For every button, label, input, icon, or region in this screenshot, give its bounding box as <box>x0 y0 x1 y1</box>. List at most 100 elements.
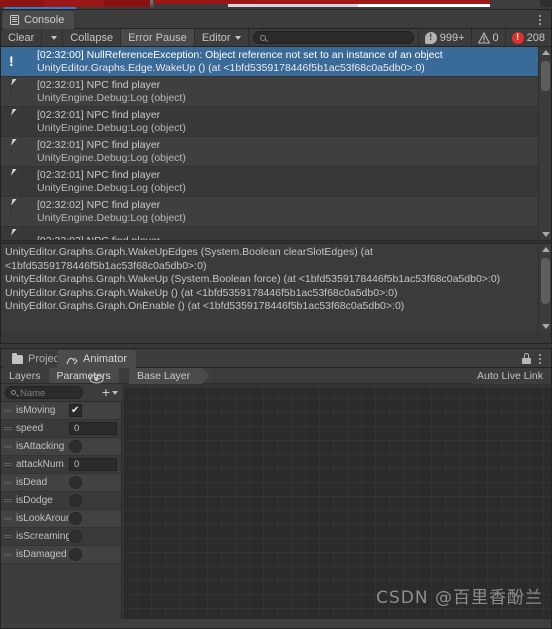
number-field[interactable]: 0 <box>69 422 117 435</box>
stacktrace-scrollbar[interactable] <box>538 244 551 332</box>
log-list-scrollbar[interactable] <box>538 47 551 240</box>
error-pause-button[interactable]: Error Pause <box>121 29 195 46</box>
log-bubble-icon <box>9 82 29 102</box>
tab-animator-label: Animator <box>83 353 128 365</box>
log-entry-text: [02:32:01] NPC find player UnityEngine.D… <box>37 169 186 195</box>
add-parameter-button[interactable]: + <box>102 385 118 399</box>
clear-dropdown-button[interactable] <box>42 29 64 46</box>
collapse-button[interactable]: Collapse <box>63 29 122 46</box>
lock-icon[interactable] <box>522 353 531 364</box>
stacktrace-text: UnityEditor.Graphs.Graph.WakeUpEdges (Sy… <box>5 246 501 312</box>
drag-handle-icon[interactable] <box>4 407 14 414</box>
parameter-value[interactable]: 0 <box>69 422 117 435</box>
search-input[interactable] <box>252 31 414 44</box>
log-bubble-icon <box>9 172 29 192</box>
parameter-value[interactable] <box>69 440 117 453</box>
console-kebab-menu-icon[interactable] <box>534 13 546 26</box>
checkbox-checked-icon[interactable] <box>69 404 82 418</box>
tab-console[interactable]: Console <box>3 11 75 29</box>
table-row[interactable]: [02:32:02] NPC find player UnityEngine.D… <box>1 197 551 227</box>
trigger-radio-icon[interactable] <box>69 548 82 561</box>
trigger-radio-icon[interactable] <box>69 512 82 525</box>
unity-editor-window: Console Clear Collapse Error Pause Edito… <box>0 0 552 629</box>
parameter-value[interactable] <box>69 548 117 561</box>
number-field[interactable]: 0 <box>69 458 117 471</box>
log-entry-line2: UnityEngine.Debug:Log (object) <box>37 121 186 134</box>
list-item[interactable]: attackNum 0 <box>1 456 121 474</box>
tab-animator[interactable]: Animator <box>57 350 137 368</box>
auto-live-link-button[interactable]: Auto Live Link <box>471 368 549 384</box>
console-log-list[interactable]: [02:32:00] NullReferenceException: Objec… <box>1 47 551 240</box>
log-entry-line1: [02:32:02] NPC find player <box>37 198 161 211</box>
parameter-name: isLookAround <box>16 513 69 524</box>
parameter-name: isMoving <box>16 405 56 416</box>
list-item[interactable]: isMoving <box>1 402 121 420</box>
drag-handle-icon[interactable] <box>4 497 14 504</box>
table-row[interactable]: [02:32:01] NPC find player UnityEngine.D… <box>1 137 551 167</box>
trigger-radio-icon[interactable] <box>69 494 82 507</box>
editor-dropdown-button[interactable]: Editor <box>194 29 249 46</box>
trigger-radio-icon[interactable] <box>69 476 82 489</box>
scroll-down-arrow-icon[interactable] <box>542 232 550 237</box>
drag-handle-icon[interactable] <box>4 425 14 432</box>
parameter-list[interactable]: isMoving speed 0 isAttacking attackNum <box>1 402 122 628</box>
parameter-value[interactable] <box>69 494 117 507</box>
list-item[interactable]: isDodge <box>1 492 121 510</box>
drag-handle-icon[interactable] <box>4 461 14 468</box>
list-item[interactable]: isScreaming <box>1 528 121 546</box>
parameter-search-input[interactable]: Name <box>5 386 83 399</box>
log-entry-line1: [02:32:01] NPC find player <box>37 78 161 91</box>
table-row[interactable]: [02:32:01] NPC find player UnityEngine.D… <box>1 77 551 107</box>
log-entry-text: [02:32:01] NPC find player UnityEngine.D… <box>37 109 186 135</box>
animator-state-graph[interactable]: CSDN @百里香酚兰 <box>123 384 551 628</box>
scrollbar-thumb[interactable] <box>541 258 550 304</box>
parameter-value[interactable]: 0 <box>69 458 117 471</box>
list-item[interactable]: isAttacking <box>1 438 121 456</box>
error-count-toggle[interactable]: 208 <box>504 29 551 46</box>
parameter-value[interactable] <box>69 530 117 543</box>
eye-icon[interactable] <box>89 371 104 384</box>
parameter-name: isScreaming <box>16 531 69 542</box>
animator-kebab-menu-icon[interactable] <box>534 352 546 365</box>
parameter-value[interactable] <box>69 476 117 489</box>
subtab-layers[interactable]: Layers <box>1 368 49 383</box>
parameter-value[interactable] <box>69 512 117 525</box>
parameter-search-bar: Name + <box>1 384 122 402</box>
drag-handle-icon[interactable] <box>4 515 14 522</box>
parameter-value[interactable] <box>69 404 117 418</box>
list-item[interactable]: isDead <box>1 474 121 492</box>
table-row[interactable]: [02:32:02] NPC find player <box>1 227 551 240</box>
subtab-parameters[interactable]: Parameters <box>48 368 119 383</box>
watermark: CSDN @百里香酚兰 <box>376 588 543 608</box>
log-bubble-icon <box>9 112 29 132</box>
breadcrumb-base-layer[interactable]: Base Layer <box>129 368 211 384</box>
table-row[interactable]: [02:32:00] NullReferenceException: Objec… <box>1 47 551 77</box>
table-row[interactable]: [02:32:01] NPC find player UnityEngine.D… <box>1 167 551 197</box>
parameter-name: isDead <box>16 477 48 488</box>
log-entry-line2: UnityEditor.Graphs.Edge.WakeUp () (at <1… <box>37 61 425 74</box>
trigger-radio-icon[interactable] <box>69 440 82 453</box>
search-icon <box>11 390 16 395</box>
parameter-name: isDamaged <box>16 549 67 560</box>
stacktrace-panel[interactable]: UnityEditor.Graphs.Graph.WakeUpEdges (Sy… <box>1 244 551 332</box>
list-item[interactable]: speed 0 <box>1 420 121 438</box>
chevron-down-icon <box>51 35 58 40</box>
folder-icon <box>12 352 23 364</box>
drag-handle-icon[interactable] <box>4 533 14 540</box>
drag-handle-icon[interactable] <box>4 443 14 450</box>
scroll-down-arrow-icon[interactable] <box>542 324 550 329</box>
parameter-name: isDodge <box>16 495 53 506</box>
trigger-radio-icon[interactable] <box>69 530 82 543</box>
scrollbar-thumb[interactable] <box>541 61 550 91</box>
log-count-toggle[interactable]: 999+ <box>417 29 471 46</box>
drag-handle-icon[interactable] <box>4 551 14 558</box>
table-row[interactable]: [02:32:01] NPC find player UnityEngine.D… <box>1 107 551 137</box>
warning-count-toggle[interactable]: 0 <box>470 29 505 46</box>
drag-handle-icon[interactable] <box>4 479 14 486</box>
list-item[interactable]: isDamaged <box>1 546 121 564</box>
log-entry-text: [02:32:01] NPC find player UnityEngine.D… <box>37 79 186 105</box>
scroll-up-arrow-icon[interactable] <box>542 247 550 252</box>
scroll-up-arrow-icon[interactable] <box>542 50 550 55</box>
clear-button[interactable]: Clear <box>1 29 43 46</box>
list-item[interactable]: isLookAround <box>1 510 121 528</box>
